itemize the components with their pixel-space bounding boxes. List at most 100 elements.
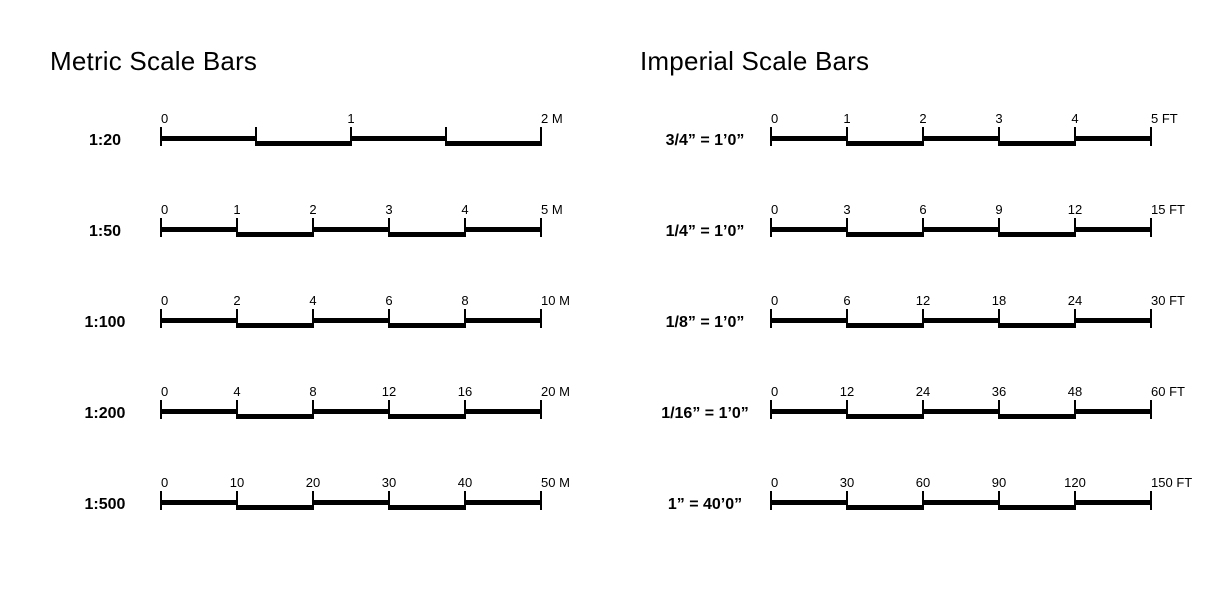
scale-bar-svg xyxy=(770,400,1152,421)
metric-ratio-label: 1:20 xyxy=(50,132,160,152)
scale-bar: 0 1 2 3 4 5 M xyxy=(160,204,570,243)
scale-row: 1:50001020304050 M xyxy=(50,477,590,516)
tick-label: 48 xyxy=(1068,384,1082,399)
tick-label: 0 xyxy=(771,384,778,399)
imperial-ratio-label: 1” = 40’0” xyxy=(640,496,770,516)
tick-label: 20 M xyxy=(541,384,570,399)
tick-label: 5 M xyxy=(541,202,563,217)
page-root: Metric Scale Bars 1:20012 M1:50012345 M1… xyxy=(0,0,1215,612)
scale-bar: 012345 FT xyxy=(770,113,1180,152)
tick-label: 0 xyxy=(771,111,778,126)
tick-label: 0 xyxy=(771,293,778,308)
scale-bar-svg xyxy=(770,127,1152,148)
tick-label: 10 M xyxy=(541,293,570,308)
tick-label: 4 xyxy=(461,202,468,217)
scale-bar-svg xyxy=(160,127,542,148)
tick-label: 0 xyxy=(771,475,778,490)
tick-label: 90 xyxy=(992,475,1006,490)
tick-label: 1 xyxy=(843,111,850,126)
imperial-ratio-label: 1/8” = 1’0” xyxy=(640,314,770,334)
scale-bar-svg xyxy=(770,491,1152,512)
scale-bar-svg xyxy=(770,218,1152,239)
scale-bar: 01020304050 M xyxy=(160,477,570,516)
tick-label: 2 xyxy=(309,202,316,217)
tick-label: 2 xyxy=(919,111,926,126)
imperial-title: Imperial Scale Bars xyxy=(640,46,1200,77)
tick-label: 4 xyxy=(233,384,240,399)
tick-label: 24 xyxy=(916,384,930,399)
unit-label: M xyxy=(552,111,563,126)
tick-label: 2 M xyxy=(541,111,563,126)
metric-ratio-label: 1:200 xyxy=(50,405,160,425)
tick-label: 18 xyxy=(992,293,1006,308)
tick-label: 12 xyxy=(916,293,930,308)
tick-label: 150 FT xyxy=(1151,475,1192,490)
tick-label: 0 xyxy=(161,293,168,308)
unit-label: FT xyxy=(1169,293,1185,308)
tick-label: 0 xyxy=(161,111,168,126)
scale-row: 1:1000246810 M xyxy=(50,295,590,334)
tick-label: 12 xyxy=(382,384,396,399)
scale-row: 1:500 1 2 3 4 5 M xyxy=(50,204,590,243)
unit-label: M xyxy=(559,384,570,399)
scale-bar: 0 4 8 12 16 20 M xyxy=(160,386,570,425)
tick-label: 16 xyxy=(458,384,472,399)
scale-bar: 01224364860 FT xyxy=(770,386,1180,425)
tick-label: 60 FT xyxy=(1151,384,1185,399)
tick-label: 6 xyxy=(919,202,926,217)
scale-row: 1/4” = 1’0”03691215 FT xyxy=(640,204,1200,243)
unit-label: FT xyxy=(1162,111,1178,126)
tick-label: 12 xyxy=(840,384,854,399)
scale-bar: 03691215 FT xyxy=(770,204,1180,243)
scale-bar: 0306090120150 FT xyxy=(770,477,1180,516)
tick-label: 3 xyxy=(385,202,392,217)
tick-label: 2 xyxy=(233,293,240,308)
scale-row: 3/4” = 1’0”012345 FT xyxy=(640,113,1200,152)
scale-bar-svg xyxy=(160,309,542,330)
tick-label: 8 xyxy=(309,384,316,399)
tick-label: 50 M xyxy=(541,475,570,490)
tick-label: 9 xyxy=(995,202,1002,217)
tick-label: 20 xyxy=(306,475,320,490)
imperial-ratio-label: 1/16” = 1’0” xyxy=(640,405,770,425)
tick-label: 12 xyxy=(1068,202,1082,217)
columns: Metric Scale Bars 1:20012 M1:50012345 M1… xyxy=(50,46,1175,516)
imperial-rows: 3/4” = 1’0”012345 FT1/4” = 1’0”03691215 … xyxy=(640,113,1200,516)
tick-label: 30 xyxy=(382,475,396,490)
tick-label: 4 xyxy=(1071,111,1078,126)
scale-row: 1/16” = 1’0”0 12 24 36 48 60 FT xyxy=(640,386,1200,425)
imperial-ratio-label: 1/4” = 1’0” xyxy=(640,223,770,243)
tick-label: 6 xyxy=(385,293,392,308)
tick-label: 3 xyxy=(843,202,850,217)
tick-label: 6 xyxy=(843,293,850,308)
tick-label: 24 xyxy=(1068,293,1082,308)
metric-ratio-label: 1:50 xyxy=(50,223,160,243)
metric-title: Metric Scale Bars xyxy=(50,46,590,77)
imperial-ratio-label: 3/4” = 1’0” xyxy=(640,132,770,152)
tick-label: 120 xyxy=(1064,475,1086,490)
metric-ratio-label: 1:100 xyxy=(50,314,160,334)
tick-label: 0 xyxy=(161,202,168,217)
tick-label: 30 xyxy=(840,475,854,490)
unit-label: M xyxy=(559,475,570,490)
tick-label: 1 xyxy=(233,202,240,217)
unit-label: M xyxy=(559,293,570,308)
tick-label: 1 xyxy=(347,111,354,126)
tick-label: 60 xyxy=(916,475,930,490)
tick-label: 40 xyxy=(458,475,472,490)
tick-label: 36 xyxy=(992,384,1006,399)
scale-bar: 0612182430 FT xyxy=(770,295,1180,334)
tick-label: 4 xyxy=(309,293,316,308)
unit-label: M xyxy=(552,202,563,217)
scale-row: 1:2000 4 8 12 16 20 M xyxy=(50,386,590,425)
scale-bar-svg xyxy=(160,218,542,239)
tick-label: 5 FT xyxy=(1151,111,1178,126)
scale-bar-svg xyxy=(160,400,542,421)
scale-bar-svg xyxy=(160,491,542,512)
scale-bar: 0 1 2 M xyxy=(160,113,570,152)
tick-label: 0 xyxy=(161,384,168,399)
imperial-column: Imperial Scale Bars 3/4” = 1’0”012345 FT… xyxy=(640,46,1200,516)
metric-rows: 1:20012 M1:50012345 M1:1000246810 M1:200… xyxy=(50,113,590,516)
unit-label: FT xyxy=(1169,384,1185,399)
scale-row: 1” = 40’0”0 30 60 90 120 150 FT xyxy=(640,477,1200,516)
